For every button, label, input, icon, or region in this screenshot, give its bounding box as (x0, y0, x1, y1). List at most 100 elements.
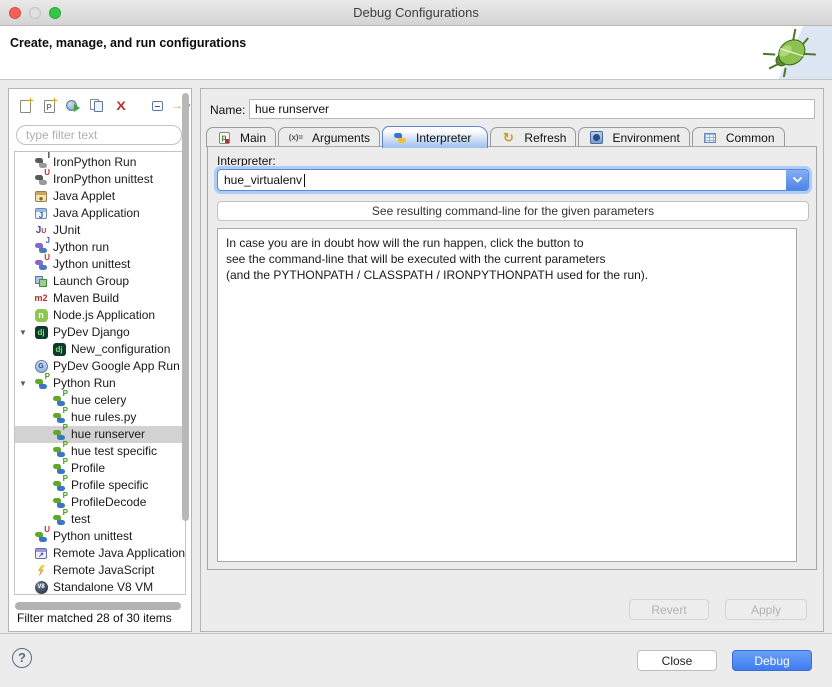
info-line: (and the PYTHONPATH / CLASSPATH / IRONPY… (226, 267, 788, 283)
close-window-button[interactable] (9, 7, 21, 19)
window-title: Debug Configurations (0, 0, 832, 25)
tree-item-profiledecode[interactable]: PProfileDecode (15, 494, 185, 511)
tab-main[interactable]: pMain (206, 127, 276, 147)
tree-horizontal-scrollbar[interactable] (15, 602, 181, 610)
tree-item-pydev-django[interactable]: ▼djPyDev Django (15, 324, 185, 341)
tree-item-label: Java Applet (53, 188, 115, 205)
jython-unittest-icon: U (33, 258, 49, 272)
tree-item-jython-unittest[interactable]: U Jython unittest (15, 256, 185, 273)
tree-item-label: hue celery (71, 392, 126, 409)
tree-item-label: hue rules.py (71, 409, 136, 426)
name-input[interactable] (249, 99, 815, 119)
export-configurations-icon (65, 99, 81, 113)
duplicate-icon (89, 99, 105, 113)
help-button[interactable]: ? (12, 648, 32, 668)
tree-item-remote-javascript[interactable]: Remote JavaScript (15, 562, 185, 579)
tree-item-label: Jython unittest (53, 256, 130, 273)
tree-item-new-configuration[interactable]: djNew_configuration (15, 341, 185, 358)
maven-icon: m2 (33, 292, 49, 306)
tree-item-java-applet[interactable]: ● Java Applet (15, 188, 185, 205)
delete-icon: X (113, 99, 129, 113)
filter-input[interactable] (16, 125, 182, 145)
tab-interpreter[interactable]: Interpreter (382, 126, 488, 148)
tree-item-label: Standalone V8 VM (53, 579, 153, 595)
configurations-tree: IIronPython Run U IronPython unittest ● Java… (14, 151, 186, 595)
titlebar: Debug Configurations (0, 0, 832, 26)
traffic-lights (9, 7, 61, 19)
tree-item-remote-java-application[interactable]: ↗Remote Java Application (15, 545, 185, 562)
tab-arguments[interactable]: (x)=Arguments (278, 127, 380, 147)
tree-item-label: Remote JavaScript (53, 562, 154, 579)
tree-vertical-scrollbar[interactable] (182, 93, 189, 521)
tree-item-maven-build[interactable]: m2Maven Build (15, 290, 185, 307)
tree-item-label: Profile (71, 460, 105, 477)
expander-icon[interactable]: ▼ (18, 375, 28, 392)
tree-item-standalone-v8-vm[interactable]: V8Standalone V8 VM (15, 579, 185, 595)
tree-item-node-js-application[interactable]: nNode.js Application (15, 307, 185, 324)
python-run-icon: P (33, 377, 49, 391)
tree-item-ironpython-run[interactable]: IIronPython Run (15, 154, 185, 171)
tree-item-java-application[interactable]: JJava Application (15, 205, 185, 222)
zoom-window-button[interactable] (49, 7, 61, 19)
interpreter-dropdown-button[interactable] (786, 170, 808, 190)
tab-bar: pMain(x)=ArgumentsInterpreter ↻ Refresh Env… (206, 124, 818, 147)
interpreter-label: Interpreter: (217, 154, 276, 168)
tab-common[interactable]: Common (692, 127, 785, 147)
tab-environment[interactable]: Environment (578, 127, 689, 147)
tree-item-python-unittest[interactable]: U Python unittest (15, 528, 185, 545)
apply-button[interactable]: Apply (725, 599, 807, 620)
launch-group-icon (33, 275, 49, 289)
tree-item-ironpython-unittest[interactable]: U IronPython unittest (15, 171, 185, 188)
tree-item-junit[interactable]: JUJUnit (15, 222, 185, 239)
configurations-sidebar: +P+X→▾ IIronPython RunUIronPython unitte… (8, 88, 192, 632)
tree-item-hue-rules-py[interactable]: Phue rules.py (15, 409, 185, 426)
tree-item-label: Launch Group (53, 273, 129, 290)
new-config-icon: + (17, 99, 33, 113)
minimize-window-button[interactable] (29, 7, 41, 19)
tree-item-test[interactable]: Ptest (15, 511, 185, 528)
tab-label: Refresh (524, 131, 566, 145)
tree-item-label: Python unittest (53, 528, 132, 545)
tree-item-hue-celery[interactable]: Phue celery (15, 392, 185, 409)
tree-item-launch-group[interactable]: Launch Group (15, 273, 185, 290)
tree-item-profile-specific[interactable]: PProfile specific (15, 477, 185, 494)
java-applet-icon: ● (33, 190, 49, 204)
tree-item-pydev-google-app-run[interactable]: GPyDev Google App Run (15, 358, 185, 375)
tab-label: Arguments (312, 131, 370, 145)
see-command-line-button[interactable]: See resulting command-line for the given… (217, 201, 809, 221)
tree-item-python-run[interactable]: ▼PPython Run (15, 375, 185, 392)
new-prototype-button[interactable]: P+ (41, 95, 61, 117)
expander-icon[interactable]: ▼ (18, 324, 28, 341)
export-configurations-button[interactable] (65, 95, 85, 117)
tree-item-hue-runserver[interactable]: Phue runserver (15, 426, 185, 443)
duplicate-configuration-button[interactable] (89, 95, 109, 117)
tree-item-jython-run[interactable]: JJython run (15, 239, 185, 256)
environment-tab-icon (588, 131, 604, 145)
debug-button[interactable]: Debug (732, 650, 812, 671)
tree-item-label: IronPython unittest (53, 171, 153, 188)
python-config-icon: P (51, 513, 67, 527)
remote-java-icon: ↗ (33, 547, 49, 561)
close-button[interactable]: Close (637, 650, 717, 671)
java-application-icon: J (33, 207, 49, 221)
collapse-all-button[interactable] (149, 95, 169, 117)
chevron-down-icon (793, 177, 802, 183)
tab-refresh[interactable]: ↻ Refresh (490, 127, 576, 147)
python-unittest-icon: U (33, 530, 49, 544)
new-prototype-icon: P+ (41, 99, 57, 113)
tab-label: Environment (612, 131, 679, 145)
tree-item-label: Jython run (53, 239, 109, 256)
interpreter-combo[interactable]: hue_virtualenv (217, 169, 809, 191)
django-config-icon: dj (51, 343, 67, 357)
delete-configuration-button[interactable]: X (113, 95, 133, 117)
new-configuration-button[interactable]: + (17, 95, 37, 117)
revert-button[interactable]: Revert (629, 599, 709, 620)
tree-item-label: Profile specific (71, 477, 148, 494)
tree-item-profile[interactable]: PProfile (15, 460, 185, 477)
tree-item-hue-test-specific[interactable]: Phue test specific (15, 443, 185, 460)
main-tab-icon: p (216, 131, 232, 145)
tab-label: Common (726, 131, 775, 145)
command-line-info-box[interactable]: In case you are in doubt how will the ru… (217, 228, 797, 562)
ironpython-unittest-icon: U (33, 173, 49, 187)
refresh-tab-icon: ↻ (500, 131, 516, 145)
